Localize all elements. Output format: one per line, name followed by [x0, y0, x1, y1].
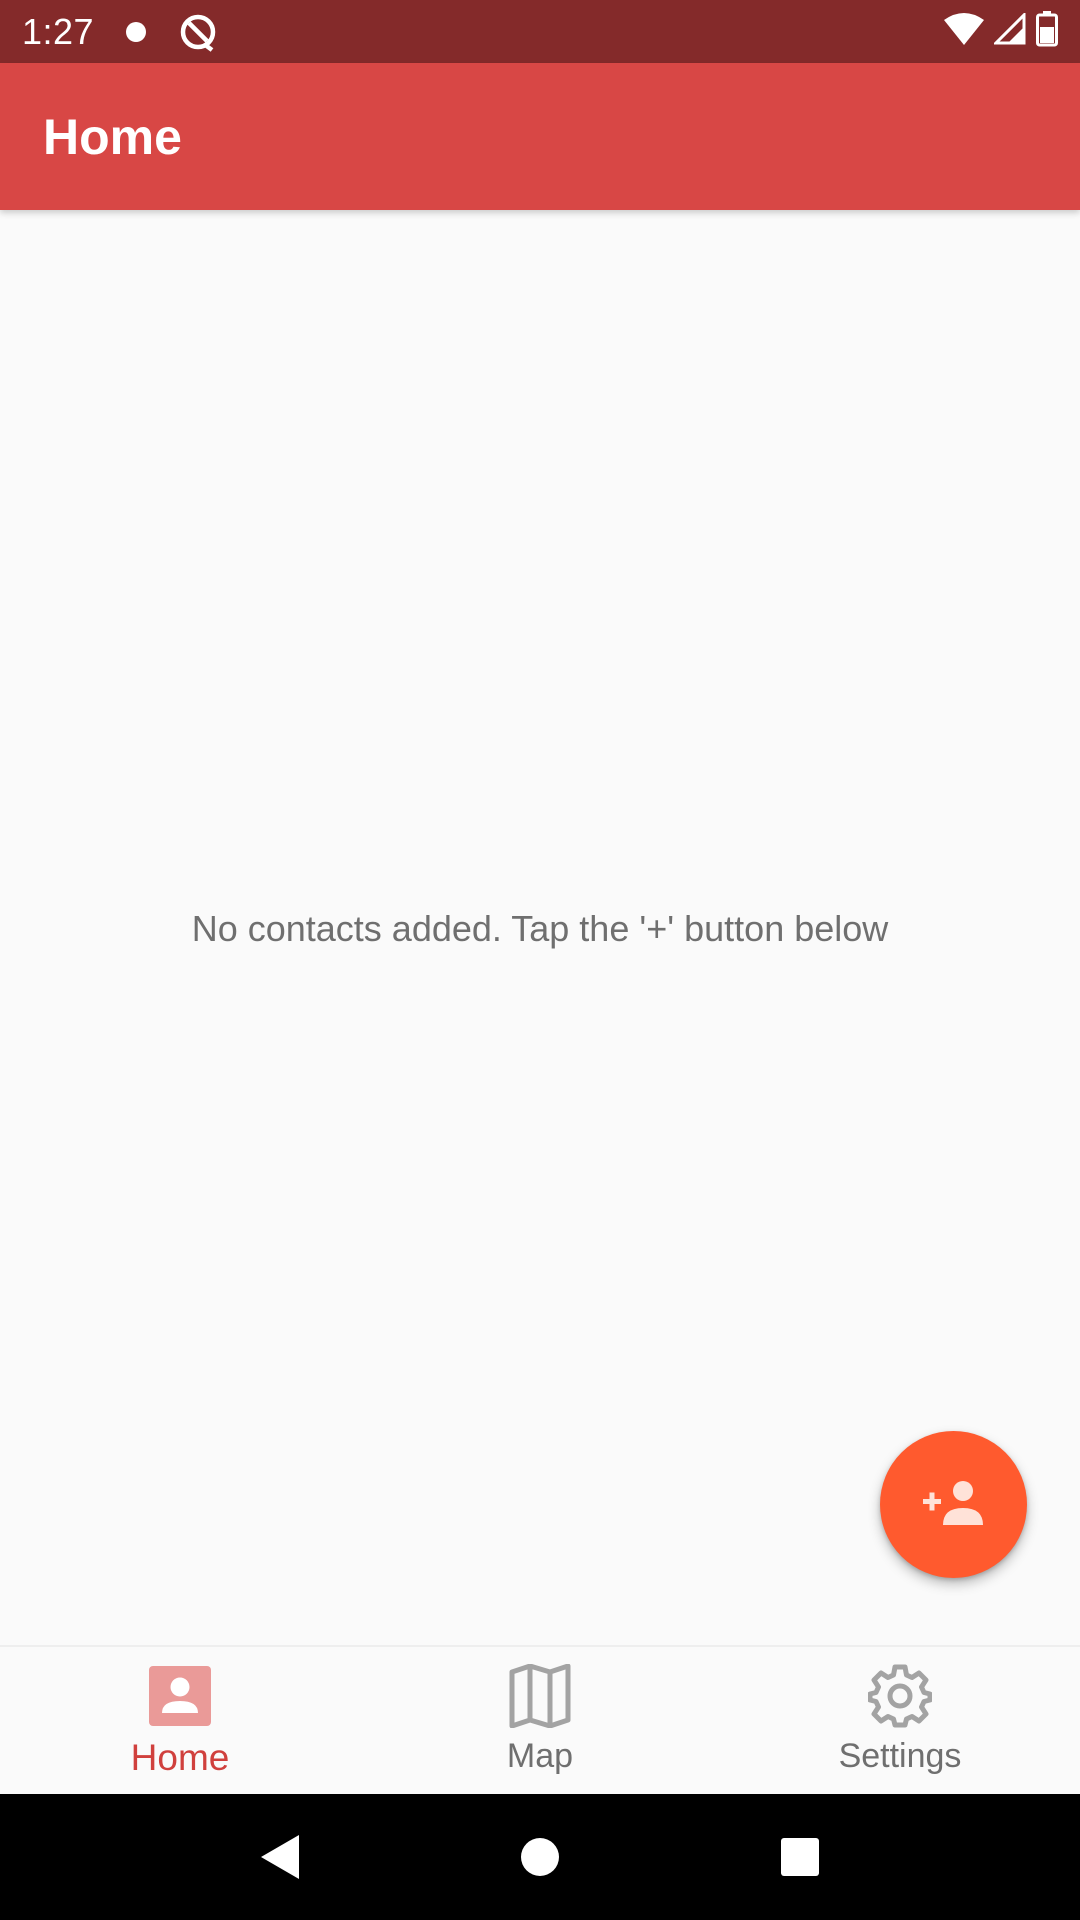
nav-label-map: Map [506, 1737, 574, 1775]
wifi-icon [944, 12, 984, 51]
cell-signal-icon [992, 11, 1026, 50]
nav-item-home[interactable]: Home [0, 1647, 360, 1794]
back-icon[interactable] [250, 1827, 310, 1887]
map-icon [507, 1663, 573, 1729]
bottom-navigation: Home Map Settings [0, 1645, 1080, 1794]
recents-icon[interactable] [770, 1827, 830, 1887]
nav-item-settings[interactable]: Settings [720, 1647, 1080, 1794]
status-bar: 1:27 [0, 0, 1080, 63]
nav-item-map[interactable]: Map [360, 1647, 720, 1794]
empty-state-message: No contacts added. Tap the '+' button be… [191, 908, 889, 949]
nav-label-home: Home [130, 1737, 230, 1778]
contact-card-icon [147, 1663, 213, 1729]
system-navigation-bar [0, 1794, 1080, 1920]
home-icon[interactable] [510, 1827, 570, 1887]
gear-icon [867, 1663, 933, 1729]
app-notification-icon [178, 12, 218, 52]
add-person-icon [921, 1477, 987, 1532]
status-time: 1:27 [22, 10, 95, 52]
page-title: Home [43, 108, 182, 165]
screen: 1:27 Home No contacts added. Tap the '+'… [0, 0, 1080, 1920]
status-icons [944, 11, 1058, 52]
app-bar: Home [0, 63, 1080, 210]
notification-dot-icon [126, 21, 147, 42]
battery-icon [1036, 11, 1058, 52]
contacts-list[interactable]: No contacts added. Tap the '+' button be… [0, 210, 1080, 1645]
add-contact-button[interactable] [880, 1431, 1027, 1578]
nav-label-settings: Settings [838, 1737, 962, 1775]
